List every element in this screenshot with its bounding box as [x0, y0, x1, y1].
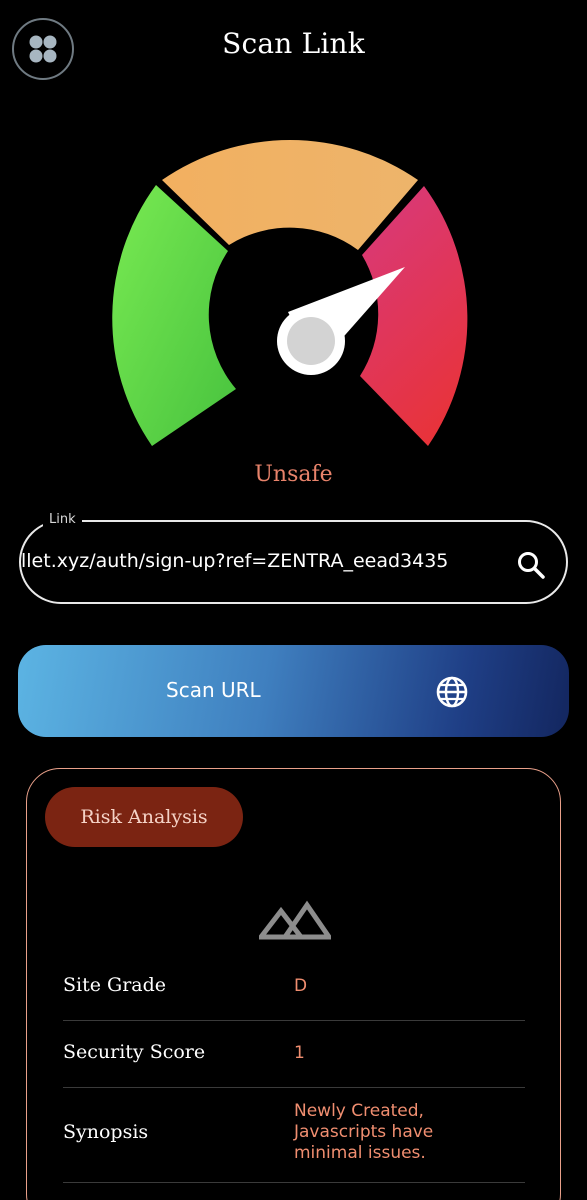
- link-field[interactable]: Link llet.xyz/auth/sign-up?ref=ZENTRA_ee…: [19, 511, 568, 604]
- row-key: Synopsis: [63, 1121, 149, 1143]
- scan-url-button[interactable]: Scan URL: [18, 645, 569, 737]
- scan-url-label: Scan URL: [166, 678, 261, 702]
- row-key: Site Grade: [63, 974, 167, 996]
- page-title: Scan Link: [222, 27, 365, 60]
- link-input-text: llet.xyz/auth/sign-up?ref=ZENTRA_eead343…: [21, 550, 449, 572]
- table-row: Site Grade D: [63, 954, 525, 1021]
- search-button[interactable]: [514, 548, 548, 582]
- gauge-status: Unsafe: [254, 462, 333, 487]
- table-row: Synopsis Newly Created, Javascripts have…: [63, 1088, 525, 1183]
- risk-analysis-badge: Risk Analysis: [45, 787, 243, 847]
- link-input-value[interactable]: llet.xyz/auth/sign-up?ref=ZENTRA_eead343…: [21, 550, 501, 572]
- risk-analysis-card: Risk Analysis Site Grade D Security Scor…: [26, 768, 561, 1200]
- mountain-icon: [259, 900, 331, 940]
- row-value: D: [294, 976, 308, 996]
- globe-icon: [436, 676, 468, 708]
- risk-gauge: [112, 140, 468, 446]
- search-icon: [518, 552, 545, 579]
- row-value: 1: [294, 1043, 305, 1063]
- table-row: Security Score 1: [63, 1021, 525, 1088]
- row-value: Newly Created, Javascripts have minimal …: [294, 1101, 434, 1163]
- link-field-label: Link: [43, 511, 82, 529]
- row-key: Security Score: [63, 1041, 206, 1063]
